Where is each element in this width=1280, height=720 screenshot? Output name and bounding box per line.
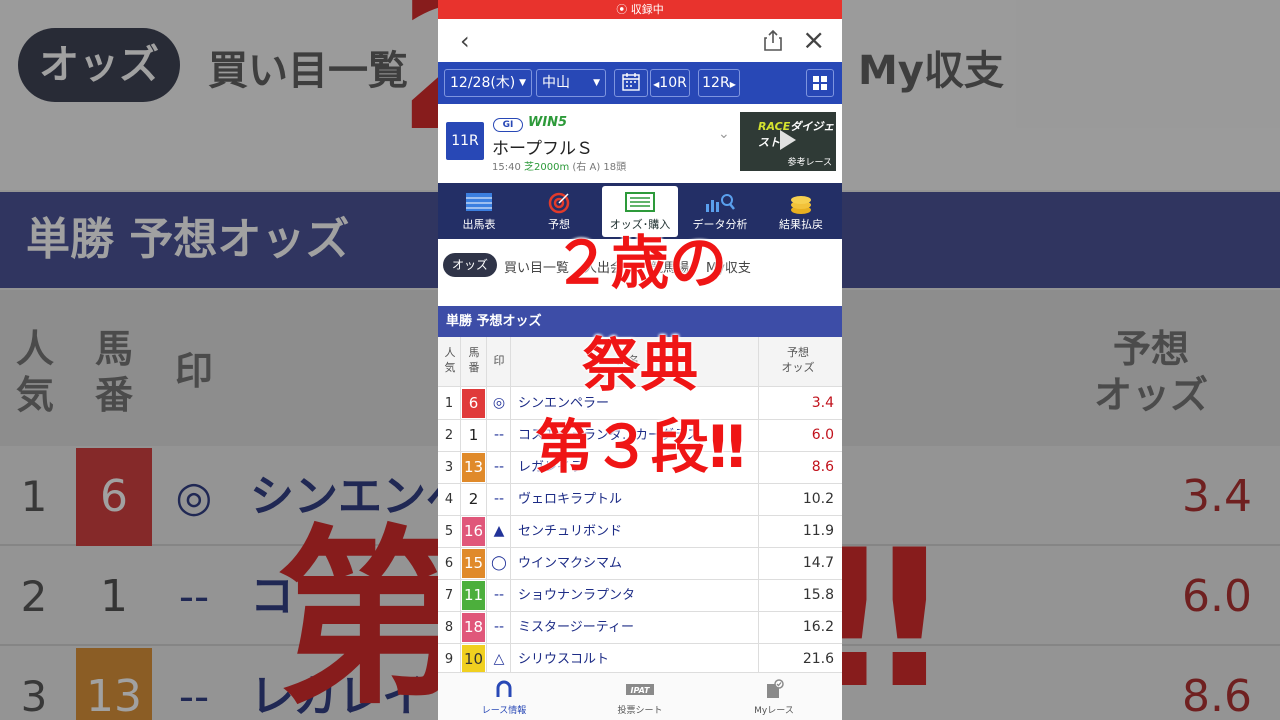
video-caption: 参考レース [787,158,832,168]
ipat-icon [602,186,678,216]
video-title: RACEダイジェスト [758,118,836,150]
nav-race-info-label: レース情報 [481,706,527,716]
horse-number-badge: 2 [462,485,485,514]
prev-race-label: 10R [659,75,687,91]
coins-icon [763,186,839,216]
grade-badge: GI [493,118,523,132]
calendar-icon[interactable] [614,69,648,97]
next-race-label: 12R [702,75,730,91]
race-name: ホープフルＳ [492,139,593,159]
grid-menu-icon[interactable] [806,69,834,97]
popularity-rank: 4 [444,492,454,507]
race-meta: 15:40 芝2000m (右 A) 18頭 [492,158,626,173]
close-icon[interactable]: × [802,23,825,56]
nav-voting-sheet[interactable]: IPAT 投票シート [590,679,690,716]
prediction-mark: △ [493,651,505,667]
table-row[interactable]: 5 16 ▲ センチュリボンド 11.9 [438,516,842,548]
forecast-odds: 11.9 [802,523,834,539]
race-video-thumbnail[interactable]: RACEダイジェスト 参考レース [740,112,836,171]
horseshoe-icon [454,679,554,703]
forecast-odds: 16.2 [802,619,834,635]
venue-select[interactable]: 中山 ▼ [536,69,606,97]
popularity-rank: 1 [444,396,454,411]
prediction-mark: -- [493,491,505,507]
venue-select-value: 中山 [542,75,570,91]
race-surface-distance: 芝2000m [524,162,570,173]
browser-nav-bar: ‹ × [438,19,842,62]
prev-race-button[interactable]: ◀10R [650,69,690,97]
horse-name-link[interactable]: センチュリボンド [518,516,622,547]
prediction-mark: ▲ [493,523,505,539]
forecast-odds: 21.6 [802,651,834,667]
my-race-icon [724,679,824,703]
popularity-rank: 5 [444,524,454,539]
next-race-button[interactable]: 12R▶ [698,69,740,97]
nav-voting-sheet-label: 投票シート [617,706,663,716]
chevron-down-icon: ▼ [519,78,526,88]
horse-number-badge: 15 [462,549,485,578]
column-divider [460,337,461,672]
table-row[interactable]: 6 15 ◯ ウインマクシマム 14.7 [438,548,842,580]
table-row[interactable]: 8 18 -- ミスタージーティー 16.2 [438,612,842,644]
race-start-time: 15:40 [492,162,521,173]
forecast-odds: 6.0 [811,427,834,443]
table-row[interactable]: 7 11 -- ショウナンラプンタ 15.8 [438,580,842,612]
chevron-down-icon: ▼ [593,78,600,88]
nav-race-info[interactable]: レース情報 [454,679,554,716]
target-icon [521,186,597,216]
forecast-odds: 8.6 [811,459,834,475]
race-course-runners: (右 A) 18頭 [572,162,627,173]
recording-indicator: ⦿ 収録中 [438,0,842,19]
ipat-icon: IPAT [590,679,690,703]
forecast-odds: 3.4 [811,395,834,411]
horse-name-link[interactable]: ヴェロキラプトル [518,484,622,515]
horse-number-badge: 10 [462,645,485,674]
record-icon: ⦿ [616,3,628,16]
overlay-caption-line3: 第３段‼ [534,413,746,481]
caret-right-icon: ▶ [729,80,736,89]
svg-text:IPAT: IPAT [631,686,651,695]
chevron-down-icon[interactable]: ⌄ [718,126,730,142]
overlay-caption-line1: ２歳の [552,229,727,297]
nav-my-race-label: Myレース [754,706,794,716]
popularity-rank: 7 [444,588,454,603]
popularity-rank: 6 [444,556,454,571]
popularity-rank: 8 [444,620,454,635]
date-select[interactable]: 12/28(木) ▼ [444,69,532,97]
date-select-value: 12/28(木) [450,75,516,91]
phone-screen: ⦿ 収録中 ‹ × 12/28(木) ▼ 中山 ▼ ◀10R 12R▶ 11R … [438,0,842,720]
horse-number-badge: 11 [462,581,485,610]
forecast-odds: 15.8 [802,587,834,603]
table-row[interactable]: 4 2 -- ヴェロキラプトル 10.2 [438,484,842,516]
race-number-badge: 11R [446,122,484,160]
horse-name-link[interactable]: ショウナンラプンタ [518,580,635,611]
race-selector-bar: 12/28(木) ▼ 中山 ▼ ◀10R 12R▶ [438,62,842,104]
nav-my-race[interactable]: Myレース [724,679,824,716]
overlay-caption-line2: 祭典 [581,331,698,399]
bottom-navigation: レース情報 IPAT 投票シート Myレース [438,672,842,720]
horse-name-link[interactable]: シリウスコルト [518,644,609,675]
prediction-mark: -- [493,619,505,635]
forecast-odds: 10.2 [802,491,834,507]
forecast-odds: 14.7 [802,555,834,571]
chart-search-icon [682,186,758,216]
header-popularity: 人 気 [444,346,456,374]
horse-number-badge: 18 [462,613,485,642]
popularity-rank: 9 [444,652,454,667]
prediction-mark: -- [493,587,505,603]
recording-label: 収録中 [630,3,664,16]
horse-name-link[interactable]: ウインマクシマム [518,548,622,579]
prediction-mark: ◯ [491,555,507,571]
share-icon[interactable] [764,29,782,55]
race-info-panel: 11R GI WIN5 ホープフルＳ 15:40 芝2000m (右 A) 18… [438,104,842,183]
popularity-rank: 3 [444,460,454,475]
horse-number-badge: 16 [462,517,485,546]
table-icon [441,186,517,216]
win5-badge: WIN5 [528,115,568,130]
popularity-rank: 2 [444,428,454,443]
horse-name-link[interactable]: ミスタージーティー [518,612,634,643]
back-icon[interactable]: ‹ [460,27,470,55]
play-icon [780,130,796,150]
